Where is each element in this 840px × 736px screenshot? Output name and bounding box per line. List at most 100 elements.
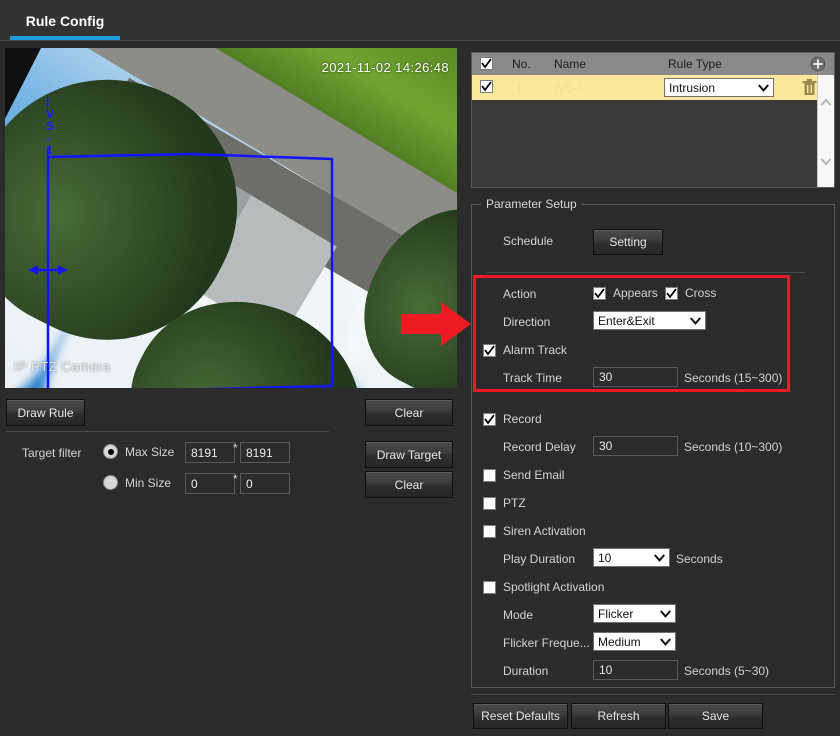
- scroll-down-icon[interactable]: [820, 155, 832, 167]
- select-all-checkbox[interactable]: [480, 57, 493, 70]
- table-row[interactable]: 1 IVS-1 Intrusion: [472, 75, 834, 100]
- parameter-setup-legend: Parameter Setup: [481, 197, 582, 211]
- flicker-frequency-select-wrap: Medium: [593, 632, 676, 651]
- direction-select[interactable]: Enter&Exit: [593, 311, 706, 330]
- max-height-input[interactable]: [240, 442, 290, 463]
- min-size-separator: *: [233, 472, 238, 486]
- target-filter-label: Target filter: [22, 446, 82, 460]
- track-time-input[interactable]: [593, 367, 678, 387]
- play-duration-select[interactable]: 10: [593, 548, 670, 567]
- record-delay-input[interactable]: [593, 436, 678, 456]
- max-width-input[interactable]: [185, 442, 235, 463]
- direction-label: Direction: [503, 315, 551, 329]
- video-overlay: IVS-1 2021-11-02 14:26:48 IP PTZ Camera: [5, 48, 457, 388]
- reset-defaults-label: Reset Defaults: [481, 709, 560, 723]
- cross-checkbox-row[interactable]: Cross: [665, 286, 716, 300]
- clear-target-label: Clear: [394, 477, 424, 492]
- save-label: Save: [701, 709, 730, 723]
- rule-config-page: Rule Config I V S - 1 2021-11-02 14:26:4…: [0, 0, 840, 736]
- tab-rule-config[interactable]: Rule Config: [10, 0, 120, 41]
- clear-target-button[interactable]: Clear: [365, 471, 453, 498]
- alarm-track-label: Alarm Track: [503, 343, 568, 357]
- refresh-label: Refresh: [597, 709, 640, 723]
- rule-type-select[interactable]: Intrusion: [664, 78, 774, 97]
- clear-rule-button[interactable]: Clear: [365, 399, 453, 426]
- flicker-frequency-select[interactable]: Medium: [593, 632, 676, 651]
- plus-circle-icon[interactable]: [810, 56, 826, 72]
- siren-activation-checkbox[interactable]: [483, 524, 496, 538]
- save-button[interactable]: Save: [668, 703, 763, 729]
- column-header-no: No.: [512, 57, 531, 71]
- mode-select[interactable]: Flicker: [593, 604, 676, 623]
- schedule-setting-button[interactable]: Setting: [593, 229, 663, 255]
- rule-table-header: No. Name Rule Type: [472, 53, 834, 75]
- rule-table-scrollbar[interactable]: [817, 75, 834, 187]
- record-checkbox[interactable]: [483, 412, 496, 426]
- draw-rule-label: Draw Rule: [17, 405, 74, 420]
- min-size-radio[interactable]: [103, 475, 118, 490]
- trash-icon[interactable]: [802, 79, 817, 96]
- refresh-button[interactable]: Refresh: [571, 703, 666, 729]
- schedule-setting-label: Setting: [609, 235, 647, 249]
- min-size-label: Min Size: [125, 475, 172, 490]
- appears-checkbox-row[interactable]: Appears: [593, 286, 658, 300]
- track-time-unit: Seconds (15~300): [684, 371, 783, 385]
- ptz-checkbox[interactable]: [483, 496, 496, 510]
- draw-target-label: Draw Target: [376, 447, 442, 462]
- record-delay-label: Record Delay: [503, 440, 576, 454]
- red-arrow-annotation: [401, 302, 471, 346]
- appears-label: Appears: [613, 286, 658, 300]
- min-height-input[interactable]: [240, 473, 290, 494]
- row-checkbox[interactable]: [480, 80, 493, 93]
- footer-divider: [471, 694, 835, 695]
- tab-bar: Rule Config: [0, 0, 840, 41]
- reset-defaults-button[interactable]: Reset Defaults: [473, 703, 568, 729]
- clear-rule-label: Clear: [394, 405, 424, 420]
- siren-activation-checkbox-row[interactable]: Siren Activation: [483, 524, 586, 538]
- draw-rule-button[interactable]: Draw Rule: [6, 399, 85, 426]
- rule-overlay-name: IVS-1: [46, 95, 55, 157]
- min-width-input[interactable]: [185, 473, 235, 494]
- record-checkbox-row[interactable]: Record: [483, 412, 542, 426]
- column-header-name: Name: [554, 57, 587, 71]
- duration-unit: Seconds (5~30): [684, 664, 770, 678]
- record-label: Record: [503, 412, 542, 426]
- draw-target-button[interactable]: Draw Target: [365, 441, 453, 468]
- video-timestamp: 2021-11-02 14:26:48: [321, 60, 449, 75]
- spotlight-activation-label: Spotlight Activation: [503, 580, 605, 594]
- scroll-up-icon[interactable]: [820, 97, 832, 109]
- parameter-divider: [487, 272, 805, 273]
- spotlight-activation-checkbox[interactable]: [483, 580, 496, 594]
- row-name: IVS-1: [554, 81, 585, 95]
- flicker-frequency-label: Flicker Freque...: [503, 636, 590, 650]
- rule-table: No. Name Rule Type 1 IVS-1 Intrusion: [471, 52, 835, 188]
- left-panel-divider: [6, 431, 329, 432]
- send-email-checkbox[interactable]: [483, 468, 496, 482]
- alarm-track-checkbox[interactable]: [483, 343, 496, 357]
- play-duration-select-wrap: 10: [593, 548, 670, 567]
- row-no: 1: [516, 81, 523, 95]
- alarm-track-checkbox-row[interactable]: Alarm Track: [483, 343, 567, 357]
- mode-label: Mode: [503, 608, 534, 622]
- duration-input[interactable]: [593, 660, 678, 680]
- record-delay-unit: Seconds (10~300): [684, 440, 783, 454]
- spotlight-activation-checkbox-row[interactable]: Spotlight Activation: [483, 580, 604, 594]
- send-email-checkbox-row[interactable]: Send Email: [483, 468, 564, 482]
- max-size-radio[interactable]: [103, 444, 118, 459]
- appears-checkbox[interactable]: [593, 286, 606, 300]
- tab-rule-config-label: Rule Config: [25, 12, 105, 29]
- camera-name-overlay: IP PTZ Camera: [14, 359, 111, 374]
- video-preview[interactable]: IVS-1 2021-11-02 14:26:48 IP PTZ Camera: [5, 48, 457, 388]
- send-email-label: Send Email: [503, 468, 565, 482]
- play-duration-label: Play Duration: [503, 552, 576, 566]
- max-size-radio-row[interactable]: Max Size: [103, 444, 174, 459]
- mode-select-wrap: Flicker: [593, 604, 676, 623]
- cross-checkbox[interactable]: [665, 286, 678, 300]
- ptz-checkbox-row[interactable]: PTZ: [483, 496, 526, 510]
- play-duration-unit: Seconds: [676, 552, 723, 566]
- cross-label: Cross: [685, 286, 717, 300]
- track-time-label: Track Time: [503, 371, 562, 385]
- min-size-radio-row[interactable]: Min Size: [103, 475, 171, 490]
- ptz-label: PTZ: [503, 496, 526, 510]
- rule-table-body: [472, 100, 818, 187]
